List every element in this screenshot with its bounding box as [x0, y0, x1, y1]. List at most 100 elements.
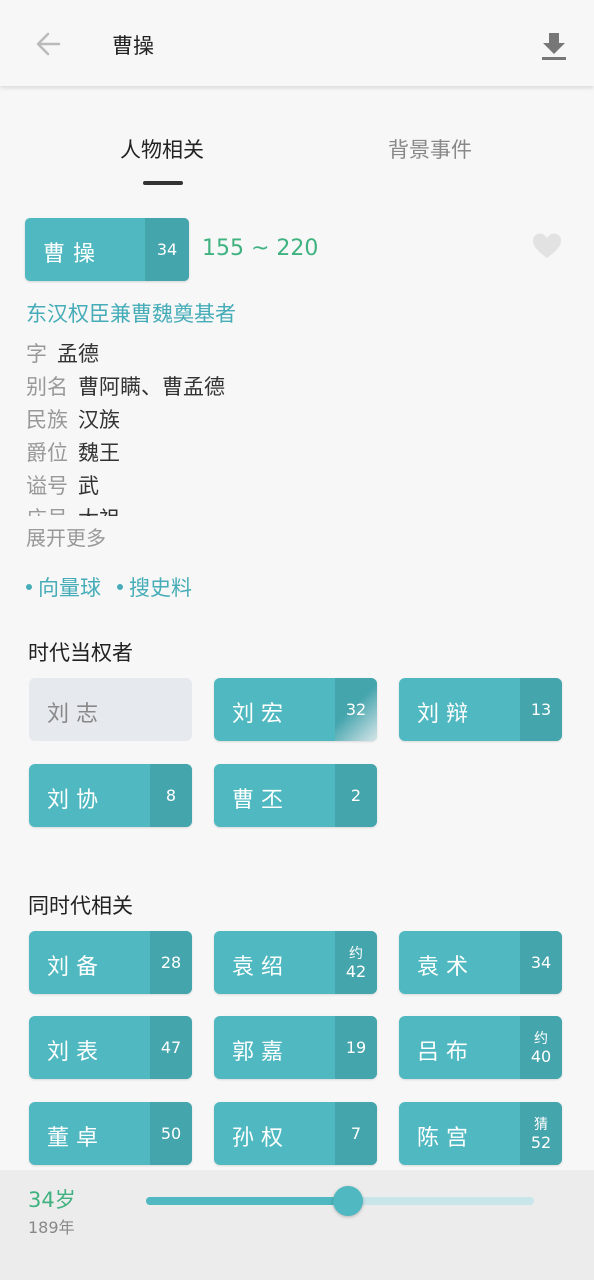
bullet-dot-icon [117, 584, 123, 590]
active-tab-indicator [143, 181, 183, 185]
info-value: 孟德 [57, 341, 99, 366]
rulers-section-title: 时代当权者 [28, 641, 133, 665]
ruler-chip[interactable]: 曹丕 2 [214, 764, 377, 827]
link-label: 搜史料 [129, 576, 192, 600]
contemporary-chip[interactable]: 刘表 47 [29, 1016, 192, 1079]
chip-name: 曹丕 [232, 788, 291, 813]
tab-background-events[interactable]: 背景事件 [388, 134, 472, 164]
age-value: 28 [160, 952, 182, 972]
info-label: 爵位 [26, 440, 68, 465]
contemporary-chip[interactable]: 郭嘉 19 [214, 1016, 377, 1079]
arrow-left-icon [36, 32, 61, 56]
contemporary-chip[interactable]: 袁术 34 [399, 931, 562, 994]
download-icon [542, 33, 566, 60]
download-button[interactable] [536, 26, 572, 66]
age-value: 8 [165, 785, 177, 805]
chip-name: 刘宏 [232, 702, 291, 727]
chip-name: 郭嘉 [232, 1040, 291, 1065]
age-value: 32 [345, 699, 367, 719]
info-row-ethnicity: 民族 汉族 [26, 402, 566, 435]
chip-age: 47 [150, 1016, 192, 1079]
info-value: 武 [78, 473, 99, 498]
chip-name: 刘协 [47, 788, 106, 813]
age-prefix: 约 [534, 1030, 548, 1047]
info-row-alias: 别名 曹阿瞒、曹孟德 [26, 369, 566, 402]
chip-age: 2 [335, 764, 377, 827]
age-prefix: 约 [349, 945, 363, 962]
chip-age: 8 [150, 764, 192, 827]
contemporary-chip[interactable]: 袁绍 约 42 [214, 931, 377, 994]
link-label: 向量球 [38, 576, 101, 600]
chip-age: 32 [335, 678, 377, 741]
link-vector-ball[interactable]: 向量球 [26, 572, 101, 602]
info-value: 汉族 [78, 407, 120, 432]
age-value: 19 [345, 1037, 367, 1057]
chip-age: 19 [335, 1016, 377, 1079]
chip-age: 约 40 [520, 1016, 562, 1079]
age-value: 52 [530, 1132, 552, 1152]
link-search-sources[interactable]: 搜史料 [117, 572, 192, 602]
info-label: 字 [26, 341, 47, 366]
chip-name: 刘志 [47, 702, 106, 727]
chip-age: 7 [335, 1102, 377, 1165]
app-header: 曹操 [0, 0, 594, 86]
ruler-chip[interactable]: 刘宏 32 [214, 678, 377, 741]
chip-age: 约 42 [335, 931, 377, 994]
heart-icon [533, 233, 561, 258]
expand-more-button[interactable]: 展开更多 [26, 522, 106, 551]
info-value: 太祖 [78, 503, 120, 517]
related-links: 向量球 搜史料 [26, 572, 208, 602]
person-description: 东汉权臣兼曹魏奠基者 [26, 302, 236, 326]
contemporary-chip[interactable]: 陈宫 猜 52 [399, 1102, 562, 1165]
slider-fill [146, 1197, 348, 1205]
favorite-button[interactable] [532, 232, 564, 264]
timeline-slider[interactable] [146, 1186, 534, 1216]
contemporary-chip[interactable]: 孙权 7 [214, 1102, 377, 1165]
age-value: 2 [350, 785, 362, 805]
info-value: 曹阿瞒、曹孟德 [78, 374, 225, 399]
age-value: 13 [530, 699, 552, 719]
age-value: 50 [160, 1123, 182, 1143]
chip-name: 陈宫 [417, 1126, 476, 1151]
age-value: 47 [160, 1037, 182, 1057]
contemporary-chip[interactable]: 董卓 50 [29, 1102, 192, 1165]
ruler-chip[interactable]: 刘协 8 [29, 764, 192, 827]
chip-age: 50 [150, 1102, 192, 1165]
chip-name: 刘备 [47, 955, 106, 980]
page-title: 曹操 [112, 34, 154, 58]
current-year-label: 189年 [28, 1218, 75, 1237]
current-age-label: 34岁 [28, 1188, 76, 1212]
person-name: 曹操 [43, 242, 104, 267]
info-label: 民族 [26, 407, 68, 432]
back-button[interactable] [28, 24, 68, 64]
person-info-list: 字 孟德 别名 曹阿瞒、曹孟德 民族 汉族 爵位 魏王 谥号 武 庙号 太祖 [26, 336, 566, 517]
chip-age: 猜 52 [520, 1102, 562, 1165]
age-value: 7 [350, 1123, 362, 1143]
bullet-dot-icon [26, 584, 32, 590]
person-name-chip[interactable]: 曹操 34 [25, 218, 189, 281]
tab-person[interactable]: 人物相关 [120, 134, 204, 164]
timeline-bar: 34岁 189年 [0, 1170, 594, 1280]
info-row-courtesy-name: 字 孟德 [26, 336, 566, 369]
contemporaries-section-title: 同时代相关 [28, 894, 133, 918]
info-row-posthumous-name: 谥号 武 [26, 468, 566, 501]
chip-age: 28 [150, 931, 192, 994]
age-value: 34 [530, 952, 552, 972]
info-label: 别名 [26, 374, 68, 399]
info-row-title: 爵位 魏王 [26, 435, 566, 468]
age-prefix: 猜 [534, 1116, 548, 1133]
chip-name: 袁绍 [232, 955, 291, 980]
life-years: 155 ~ 220 [202, 236, 319, 261]
slider-handle[interactable] [332, 1186, 363, 1216]
chip-age: 34 [520, 931, 562, 994]
chip-name: 袁术 [417, 955, 476, 980]
ruler-chip[interactable]: 刘辩 13 [399, 678, 562, 741]
info-label: 谥号 [26, 473, 68, 498]
contemporary-chip[interactable]: 刘备 28 [29, 931, 192, 994]
ruler-chip[interactable]: 刘志 [29, 678, 192, 741]
age-value: 40 [530, 1046, 552, 1066]
chip-name: 吕布 [417, 1040, 476, 1065]
info-label: 庙号 [26, 503, 68, 517]
chip-name: 董卓 [47, 1126, 106, 1151]
contemporary-chip[interactable]: 吕布 约 40 [399, 1016, 562, 1079]
